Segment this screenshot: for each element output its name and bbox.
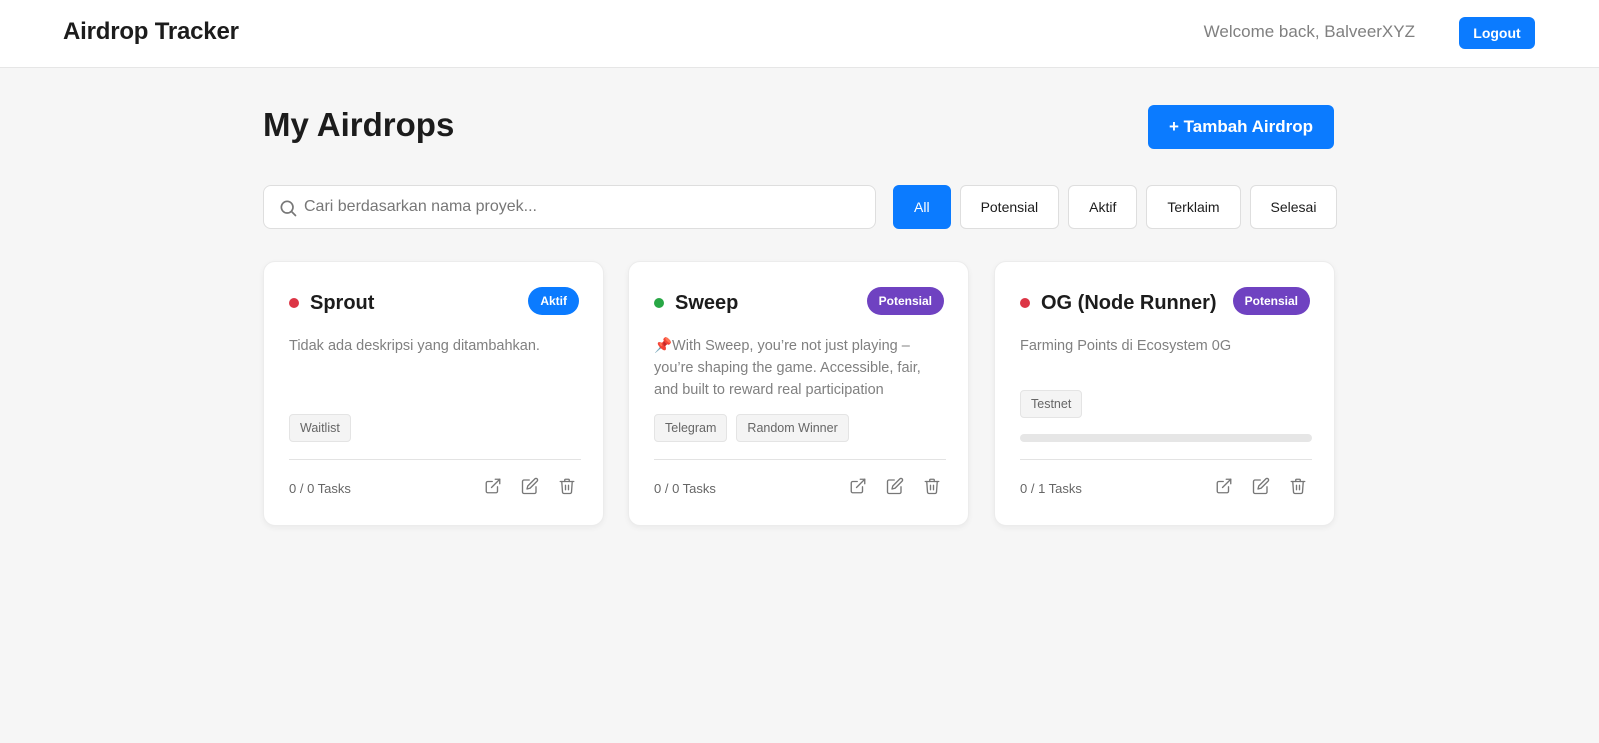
tag: Telegram bbox=[654, 414, 728, 442]
status-badge: Aktif bbox=[528, 287, 579, 315]
task-count: 0 / 0 Tasks bbox=[654, 481, 716, 496]
card-description: Tidak ada deskripsi yang ditambahkan. bbox=[289, 338, 540, 354]
tag-list: Telegram Random Winner bbox=[654, 414, 849, 442]
search-icon bbox=[278, 198, 298, 218]
filter-all[interactable]: All bbox=[893, 185, 951, 229]
airdrop-card[interactable]: Sweep Potensial 📌With Sweep, you’re not … bbox=[628, 261, 969, 526]
filter-group: All Potensial Aktif Terklaim Selesai bbox=[893, 185, 1338, 229]
filter-terklaim[interactable]: Terklaim bbox=[1146, 185, 1241, 229]
status-badge: Potensial bbox=[866, 287, 944, 315]
divider bbox=[289, 459, 581, 460]
tag-list: Testnet bbox=[1020, 390, 1083, 418]
app-brand[interactable]: Airdrop Tracker bbox=[63, 18, 239, 46]
edit-icon[interactable] bbox=[518, 474, 542, 498]
external-link-icon[interactable] bbox=[481, 474, 505, 498]
card-title: Sweep bbox=[675, 292, 739, 314]
task-progress-bar bbox=[1020, 434, 1312, 442]
card-title: OG (Node Runner) bbox=[1041, 292, 1217, 314]
external-link-icon[interactable] bbox=[846, 474, 870, 498]
card-actions bbox=[846, 474, 944, 498]
logout-button[interactable]: Logout bbox=[1459, 17, 1535, 49]
top-bar: Airdrop Tracker Welcome back, BalveerXYZ… bbox=[0, 0, 1599, 68]
status-dot bbox=[289, 298, 299, 308]
trash-icon[interactable] bbox=[920, 474, 944, 498]
search-input[interactable] bbox=[304, 192, 864, 222]
filter-selesai[interactable]: Selesai bbox=[1249, 185, 1338, 229]
tag: Random Winner bbox=[736, 414, 849, 442]
edit-icon[interactable] bbox=[1249, 474, 1273, 498]
trash-icon[interactable] bbox=[1286, 474, 1310, 498]
trash-icon[interactable] bbox=[555, 474, 579, 498]
status-dot bbox=[654, 298, 664, 308]
add-airdrop-button[interactable]: + Tambah Airdrop bbox=[1148, 105, 1334, 149]
airdrop-card[interactable]: Sprout Aktif Tidak ada deskripsi yang di… bbox=[263, 261, 604, 526]
status-badge: Potensial bbox=[1232, 287, 1310, 315]
edit-icon[interactable] bbox=[883, 474, 907, 498]
external-link-icon[interactable] bbox=[1212, 474, 1236, 498]
search-box[interactable] bbox=[263, 185, 876, 229]
filter-aktif[interactable]: Aktif bbox=[1068, 185, 1138, 229]
tag: Waitlist bbox=[289, 414, 351, 442]
welcome-text: Welcome back, BalveerXYZ bbox=[1203, 22, 1415, 41]
card-description: Farming Points di Ecosystem 0G bbox=[1020, 338, 1232, 354]
tag-list: Waitlist bbox=[289, 414, 351, 442]
divider bbox=[654, 459, 946, 460]
airdrop-card[interactable]: OG (Node Runner) Potensial Farming Point… bbox=[994, 261, 1335, 526]
divider bbox=[1020, 459, 1312, 460]
card-actions bbox=[1212, 474, 1310, 498]
card-actions bbox=[481, 474, 579, 498]
tag: Testnet bbox=[1020, 390, 1083, 418]
card-title: Sprout bbox=[310, 292, 375, 314]
task-count: 0 / 0 Tasks bbox=[289, 481, 351, 496]
filter-potensial[interactable]: Potensial bbox=[959, 185, 1060, 229]
status-dot bbox=[1020, 298, 1030, 308]
page-title: My Airdrops bbox=[263, 106, 455, 143]
task-count: 0 / 1 Tasks bbox=[1020, 481, 1082, 496]
card-description: 📌With Sweep, you’re not just playing – y… bbox=[654, 338, 921, 398]
